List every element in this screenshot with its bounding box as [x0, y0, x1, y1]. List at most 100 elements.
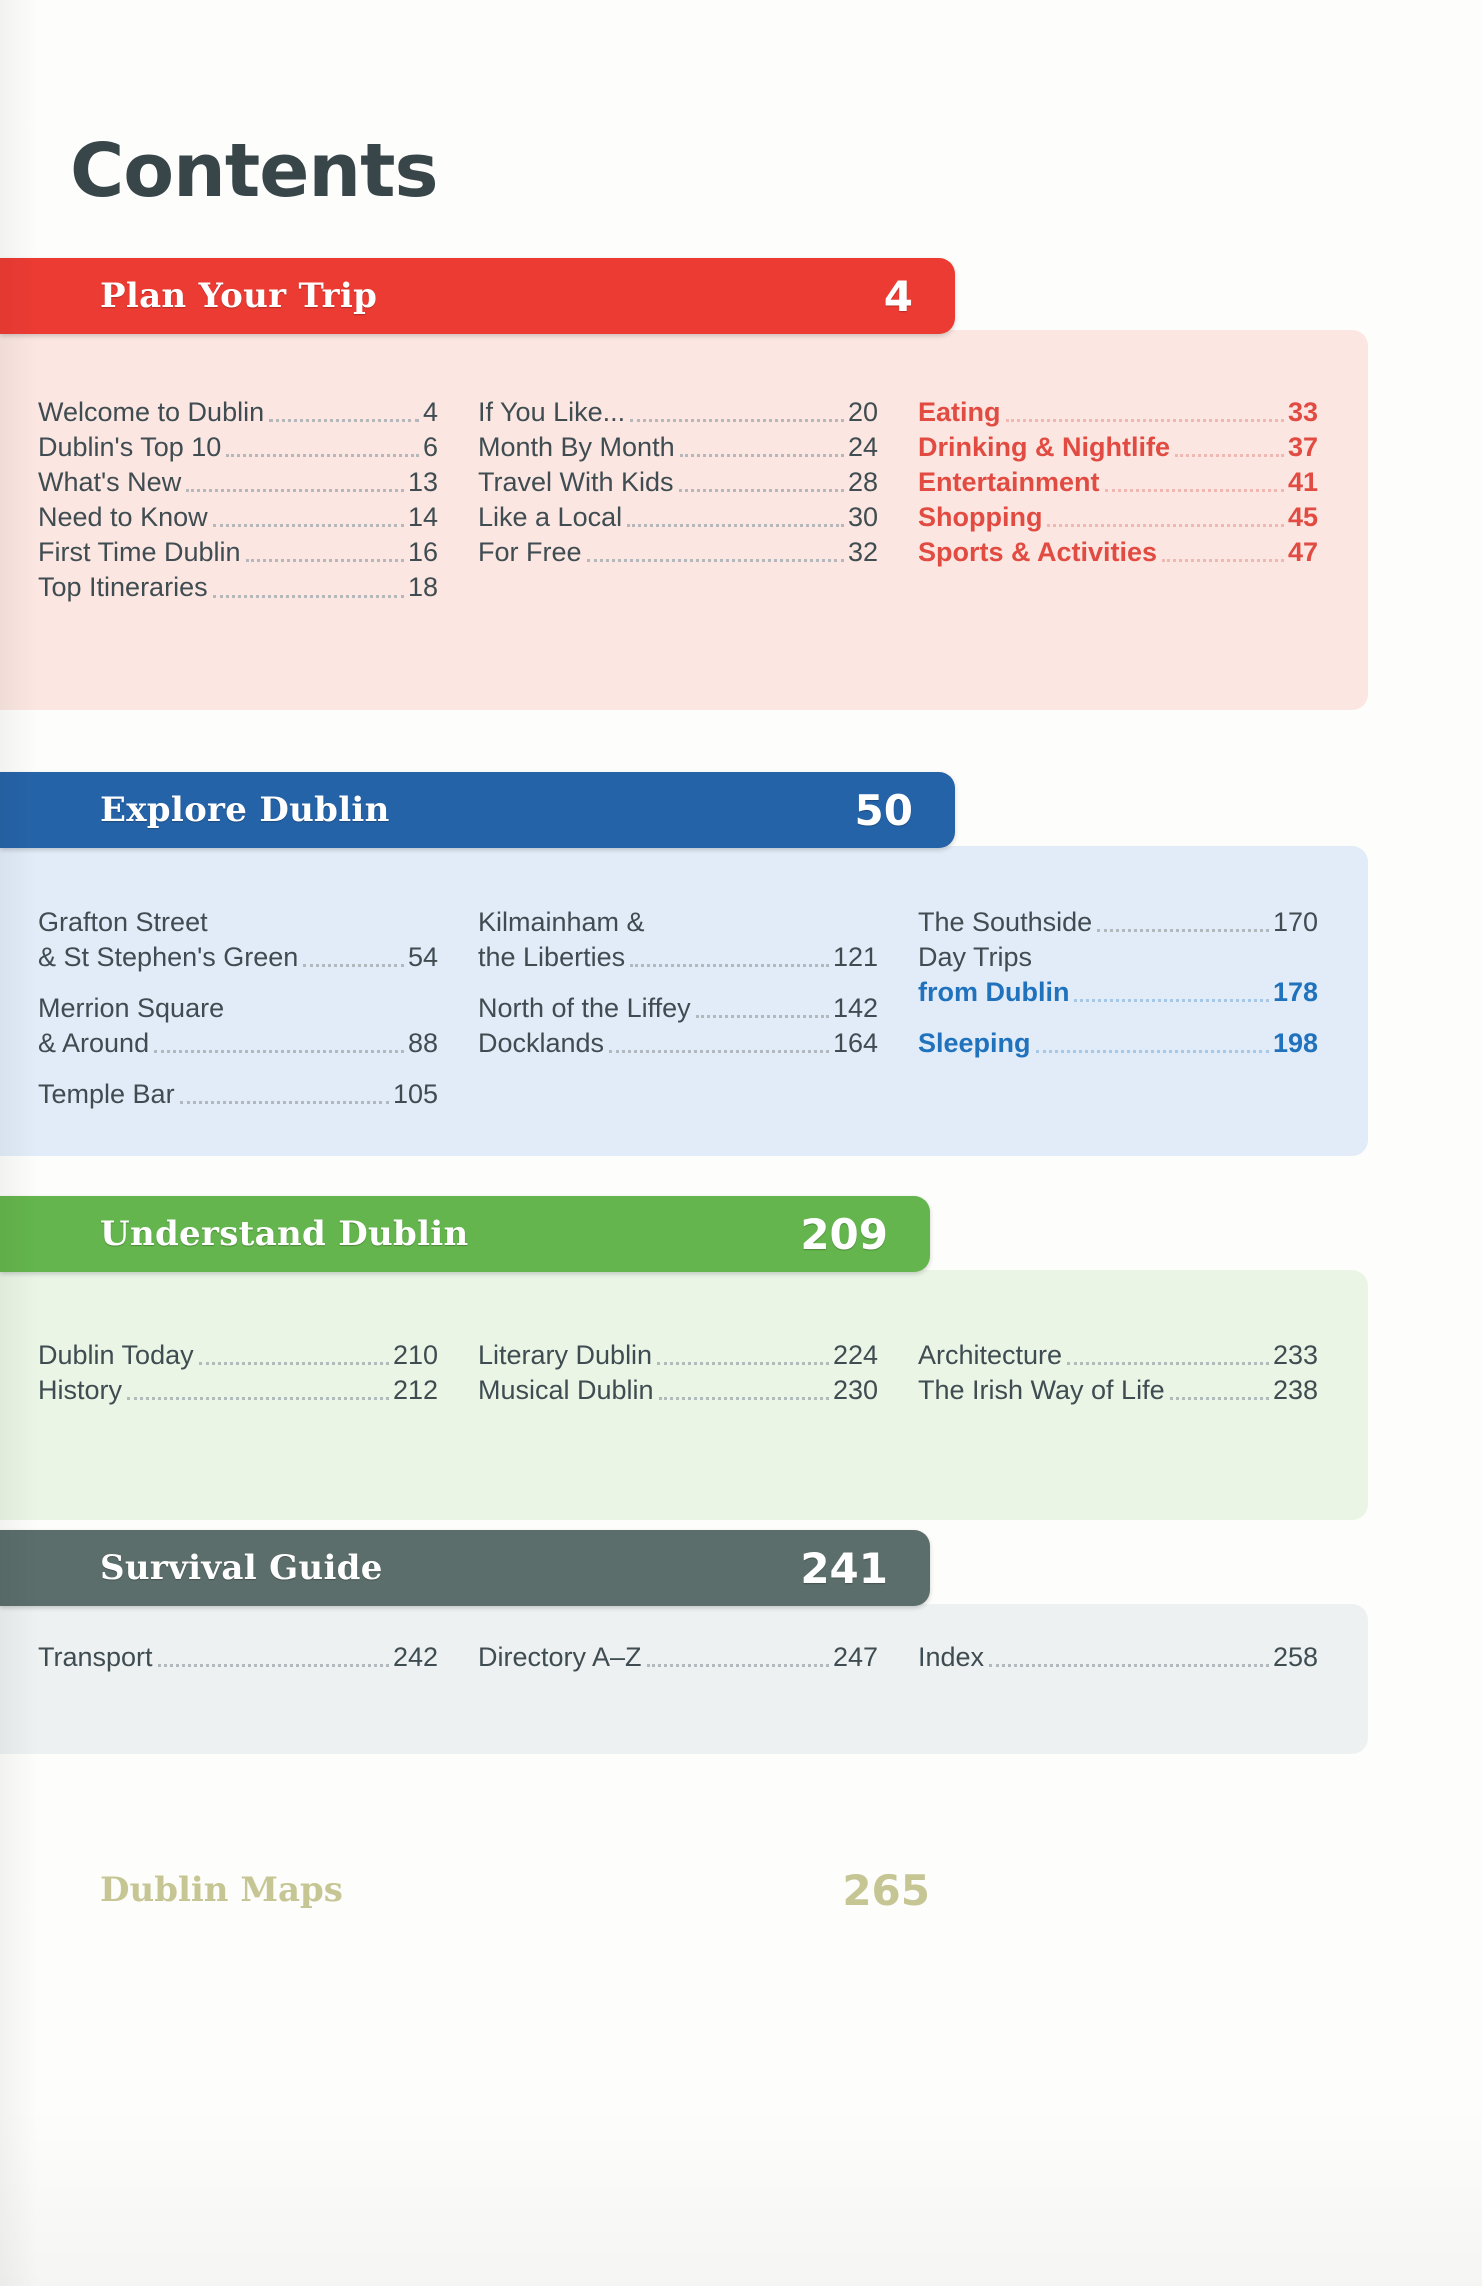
toc-entry[interactable]: For Free 32	[478, 535, 878, 570]
toc-column: Grafton Street & St Stephen's Green 54 Merr…	[38, 905, 438, 1112]
toc-entry[interactable]: Architecture 233	[918, 1338, 1318, 1373]
section-title: Plan Your Trip	[100, 276, 378, 316]
dot-leader	[609, 1050, 829, 1054]
section-title: Understand Dublin	[100, 1214, 469, 1254]
toc-entry[interactable]: Welcome to Dublin 4	[38, 395, 438, 430]
toc-entry[interactable]: Top Itineraries 18	[38, 570, 438, 605]
section-header-survival-guide[interactable]: Survival Guide 241	[0, 1530, 930, 1606]
toc-entry[interactable]: Index 258	[918, 1640, 1318, 1675]
toc-entry-label: What's New	[38, 467, 182, 498]
toc-entry-label: The Southside	[918, 907, 1093, 937]
toc-entry[interactable]: Transport 242	[38, 1640, 438, 1675]
toc-entry-label: Grafton Street	[38, 907, 208, 937]
section-header-explore-dublin[interactable]: Explore Dublin 50	[0, 772, 955, 848]
dot-leader	[1067, 1362, 1269, 1366]
toc-entry[interactable]: If You Like... 20	[478, 395, 878, 430]
dot-leader	[127, 1397, 389, 1401]
toc-entry-label: Dublin's Top 10	[38, 432, 222, 463]
section-header-understand-dublin[interactable]: Understand Dublin 209	[0, 1196, 930, 1272]
toc-entry-page: 30	[847, 502, 878, 533]
toc-entry[interactable]: Directory A–Z 247	[478, 1640, 878, 1675]
toc-entry-label: If You Like...	[478, 397, 626, 427]
toc-column: If You Like... 20 Month By Month 24 Travel W…	[478, 395, 878, 570]
toc-entry[interactable]: Day Trips from Dublin 178	[918, 940, 1318, 1010]
toc-entry[interactable]: Need to Know 14	[38, 500, 438, 535]
toc-entry[interactable]: Shopping 45	[918, 500, 1318, 535]
section-page-number: 50	[854, 785, 913, 835]
toc-entry-page: 164	[832, 1028, 878, 1059]
toc-entry-label: Welcome to Dublin	[38, 397, 265, 427]
toc-entry-page: 224	[832, 1340, 878, 1370]
dot-leader	[627, 524, 844, 528]
toc-entry-page: 16	[407, 537, 438, 568]
entry-spacer	[38, 975, 438, 991]
toc-entry[interactable]: Merrion Square & Around 88	[38, 991, 438, 1061]
toc-entry[interactable]: The Southside 170	[918, 905, 1318, 940]
toc-entry[interactable]: Entertainment 41	[918, 465, 1318, 500]
toc-entry-label: Merrion Square	[38, 993, 225, 1024]
dot-leader	[1035, 1050, 1269, 1054]
dot-leader	[989, 1664, 1269, 1668]
toc-entry-label: Day Trips	[918, 942, 1033, 973]
toc-entry-label: Shopping	[918, 502, 1043, 533]
toc-entry[interactable]: Like a Local 30	[478, 500, 878, 535]
toc-entry[interactable]: First Time Dublin 16	[38, 535, 438, 570]
toc-entry[interactable]: Sports & Activities 47	[918, 535, 1318, 570]
dot-leader	[1169, 1397, 1269, 1401]
toc-column: Directory A–Z 247	[478, 1640, 878, 1675]
section-title: Explore Dublin	[100, 790, 390, 830]
dot-leader	[1162, 559, 1284, 563]
dot-leader	[226, 454, 419, 458]
toc-column: Transport 242	[38, 1640, 438, 1675]
toc-entry[interactable]: Kilmainham & the Liberties 121	[478, 905, 878, 975]
toc-column: Literary Dublin 224 Musical Dublin 230	[478, 1338, 878, 1408]
toc-entry[interactable]: The Irish Way of Life 238	[918, 1373, 1318, 1408]
section-header-plan-your-trip[interactable]: Plan Your Trip 4	[0, 258, 955, 334]
toc-entry[interactable]: Musical Dublin 230	[478, 1373, 878, 1408]
toc-entry[interactable]: Literary Dublin 224	[478, 1338, 878, 1373]
toc-entry-page: 258	[1272, 1642, 1318, 1672]
toc-entry-label: Drinking & Nightlife	[918, 432, 1170, 463]
toc-entry[interactable]: Travel With Kids 28	[478, 465, 878, 500]
toc-entry-label-continued: & Around	[38, 1028, 150, 1059]
toc-entry[interactable]: Eating 33	[918, 395, 1318, 430]
toc-entry-label: Top Itineraries	[38, 572, 208, 603]
toc-entry[interactable]: Temple Bar 105	[38, 1077, 438, 1112]
toc-entry[interactable]: Dublin Today 210	[38, 1338, 438, 1373]
toc-entry-page: 41	[1287, 467, 1318, 498]
toc-entry-page: 47	[1287, 537, 1318, 568]
toc-entry[interactable]: Sleeping 198	[918, 1026, 1318, 1061]
dot-leader	[269, 419, 419, 423]
toc-entry[interactable]: Drinking & Nightlife 37	[918, 430, 1318, 465]
toc-entry-page: 247	[832, 1642, 878, 1672]
page-title: Contents	[70, 127, 438, 214]
toc-entry[interactable]: History 212	[38, 1373, 438, 1408]
toc-entry-label: Docklands	[478, 1028, 605, 1059]
toc-entry[interactable]: Grafton Street & St Stephen's Green 54	[38, 905, 438, 975]
toc-entry-label: Travel With Kids	[478, 467, 674, 498]
toc-entry-label: North of the Liffey	[478, 993, 691, 1024]
toc-entry-label-continued-row: from Dublin 178	[918, 975, 1318, 1010]
toc-entry-page: 28	[847, 467, 878, 498]
toc-entry[interactable]: Docklands 164	[478, 1026, 878, 1061]
dot-leader	[186, 489, 404, 493]
entry-spacer	[478, 975, 878, 991]
dot-leader	[157, 1664, 389, 1668]
toc-entry-label: The Irish Way of Life	[918, 1375, 1165, 1406]
toc-entry-label-continued: & St Stephen's Green	[38, 942, 299, 973]
toc-entry-label-continued-row: & Around 88	[38, 1026, 438, 1061]
toc-entry-page: 170	[1272, 907, 1318, 937]
toc-entry[interactable]: Dublin's Top 10 6	[38, 430, 438, 465]
toc-entry-page: 198	[1272, 1028, 1318, 1059]
toc-entry-label: Eating	[918, 397, 1001, 427]
toc-entry-label-continued: from Dublin	[918, 977, 1070, 1008]
toc-column: Eating 33 Drinking & Nightlife 37 Entertainm…	[918, 395, 1318, 570]
toc-entry-page: 20	[847, 397, 878, 427]
toc-entry[interactable]: What's New 13	[38, 465, 438, 500]
dublin-maps-footer: Dublin Maps 265	[0, 1852, 930, 1928]
toc-entry-page: 210	[392, 1340, 438, 1370]
toc-entry-label: Month By Month	[478, 432, 675, 463]
toc-entry[interactable]: Month By Month 24	[478, 430, 878, 465]
toc-entry[interactable]: North of the Liffey 142	[478, 991, 878, 1026]
toc-entry-label: Like a Local	[478, 502, 623, 533]
